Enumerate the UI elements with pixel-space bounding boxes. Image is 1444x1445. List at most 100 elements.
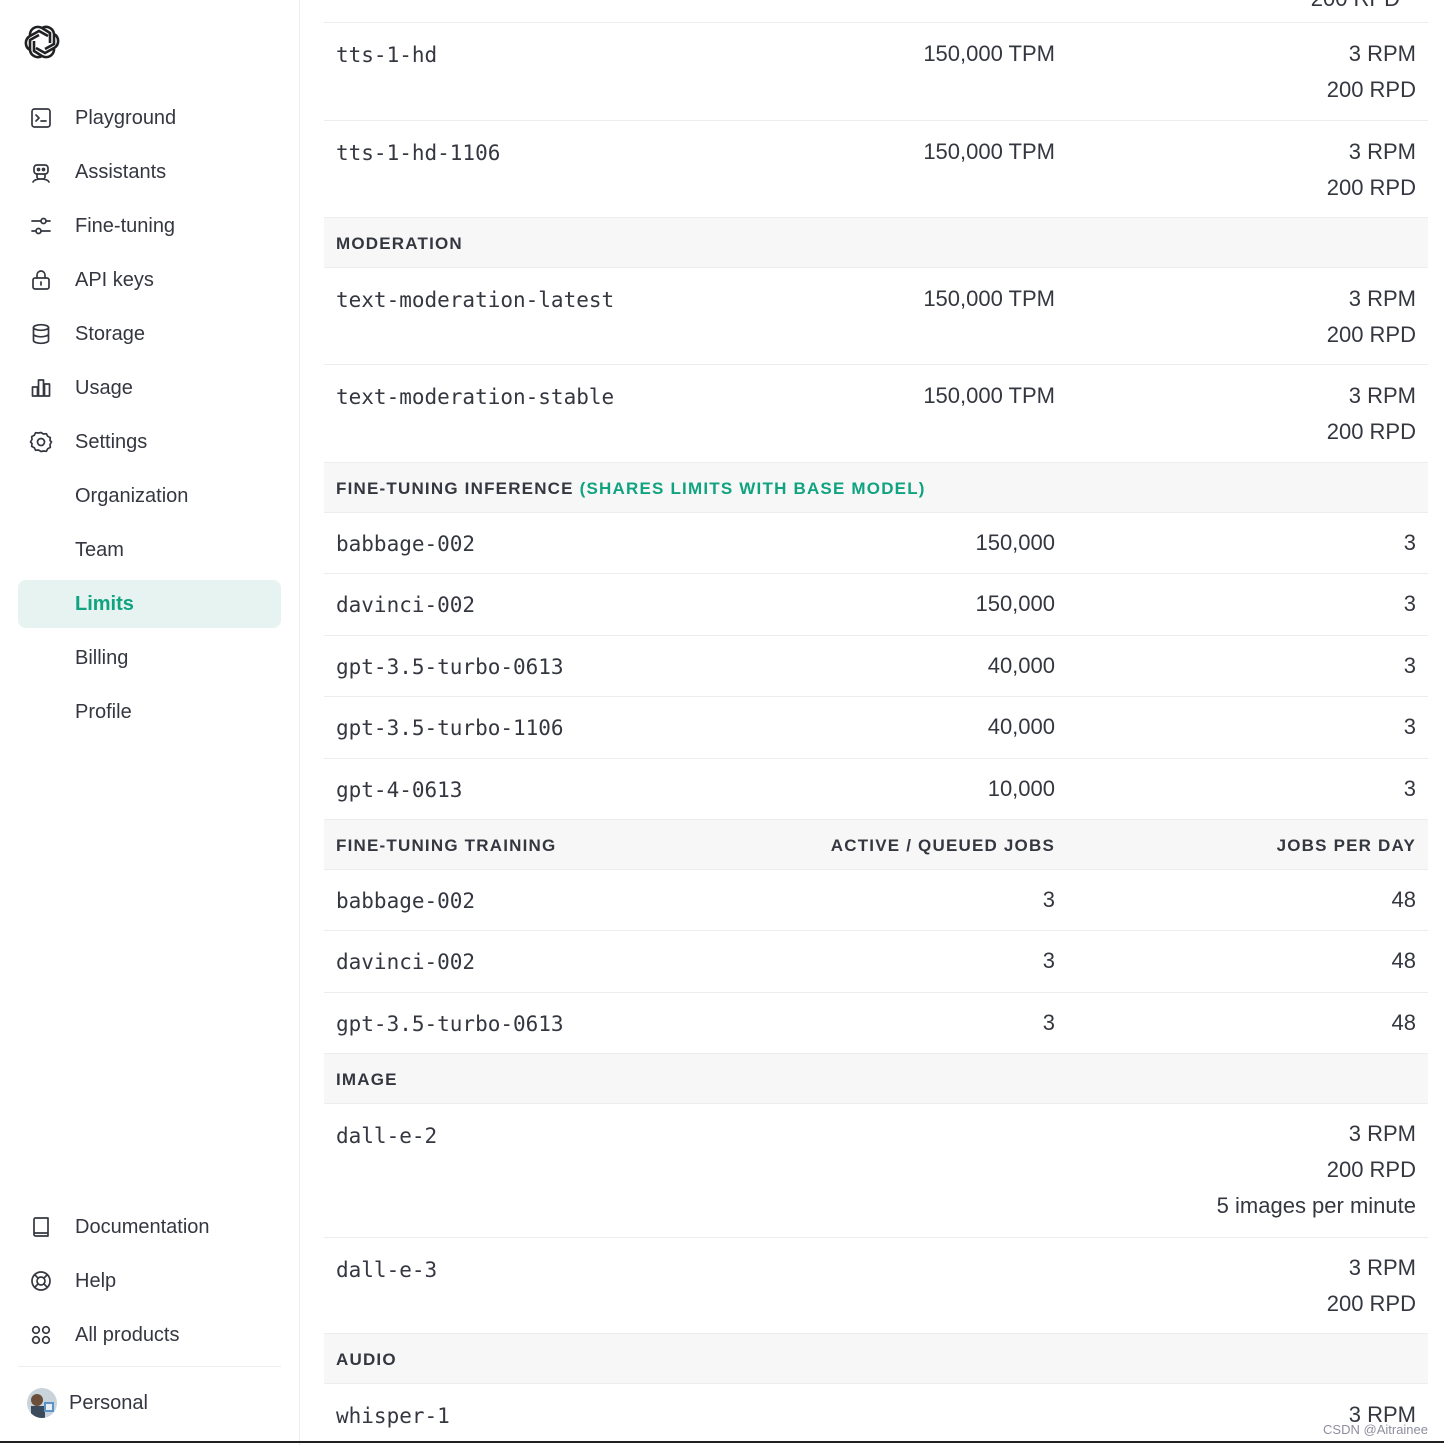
section-title: FINE-TUNING TRAINING <box>336 836 557 855</box>
sidebar-item-usage[interactable]: Usage <box>18 364 281 412</box>
table-row: gpt-3.5-turbo-1106 40,000 3 <box>324 696 1428 758</box>
section-title: FINE-TUNING INFERENCE (SHARES LIMITS WIT… <box>336 479 926 499</box>
sidebar-item-help[interactable]: Help <box>18 1257 281 1305</box>
sidebar-item-all-products[interactable]: All products <box>18 1311 281 1359</box>
rate-limit-value: 200 RPD <box>1311 0 1400 12</box>
model-name: dall-e-2 <box>336 1124 438 1148</box>
section-title: MODERATION <box>336 234 463 253</box>
rpd-value: 200 RPD <box>1326 1291 1416 1316</box>
table-row: gpt-3.5-turbo-0613 3 48 <box>324 992 1428 1053</box>
active-jobs-value: 3 <box>1042 948 1055 973</box>
tpm-value: 150,000 TPM <box>923 41 1055 66</box>
sidebar-item-label: Documentation <box>75 1215 210 1238</box>
model-name: tts-1-hd <box>336 43 438 67</box>
images-per-minute-value: 5 images per minute <box>1216 1193 1416 1218</box>
profile-switcher[interactable]: Personal <box>18 1378 281 1428</box>
sidebar: Playground Assistants Fine-tuning API ke… <box>0 0 300 1445</box>
sidebar-item-limits[interactable]: Limits <box>18 580 281 628</box>
sidebar-item-settings[interactable]: Settings <box>18 418 281 466</box>
sidebar-item-playground[interactable]: Playground <box>18 94 281 142</box>
table-row: babbage-002 150,000 3 <box>324 512 1428 573</box>
rpd-value: 200 RPD <box>1326 1157 1416 1182</box>
terminal-icon <box>18 106 64 130</box>
model-name: text-moderation-latest <box>336 288 615 312</box>
sidebar-item-label: All products <box>75 1323 180 1346</box>
table-row: text-moderation-latest 150,000 TPM 3 RPM… <box>324 267 1428 364</box>
sidebar-item-label: Limits <box>75 592 134 615</box>
jobs-per-day-value: 48 <box>1391 1010 1416 1035</box>
column-header-jobs-per-day: JOBS PER DAY <box>1276 836 1416 855</box>
sidebar-item-label: Settings <box>75 430 148 453</box>
rpm-value: 3 RPM <box>1348 1255 1416 1280</box>
sidebar-nav: Playground Assistants Fine-tuning API ke… <box>18 94 281 742</box>
tpm-value: 40,000 <box>987 714 1055 739</box>
avatar <box>27 1388 57 1418</box>
sidebar-item-label: Profile <box>75 700 132 723</box>
sidebar-bottom-nav: Documentation Help All products <box>18 1203 281 1365</box>
sidebar-item-storage[interactable]: Storage <box>18 310 281 358</box>
model-name: gpt-3.5-turbo-0613 <box>336 1012 564 1036</box>
openai-logo-icon[interactable] <box>22 22 62 62</box>
table-row: davinci-002 150,000 3 <box>324 573 1428 635</box>
book-icon <box>18 1215 64 1239</box>
sidebar-item-label: Billing <box>75 646 129 669</box>
bar-chart-icon <box>18 376 64 400</box>
sidebar-item-billing[interactable]: Billing <box>18 634 281 682</box>
sidebar-item-documentation[interactable]: Documentation <box>18 1203 281 1251</box>
rpd-value: 200 RPD <box>1326 419 1416 444</box>
section-title: IMAGE <box>336 1070 398 1089</box>
model-name: gpt-3.5-turbo-1106 <box>336 716 564 740</box>
model-name: davinci-002 <box>336 950 476 974</box>
sidebar-divider <box>18 1366 281 1367</box>
active-jobs-value: 3 <box>1042 887 1055 912</box>
section-header-moderation: MODERATION <box>324 217 1428 267</box>
rpm-value: 3 RPM <box>1348 41 1416 66</box>
table-row: tts-1-hd-1106 150,000 TPM 3 RPM 200 RPD <box>324 120 1428 217</box>
sidebar-item-label: Assistants <box>75 160 167 183</box>
model-name: gpt-3.5-turbo-0613 <box>336 655 564 679</box>
gear-icon <box>18 430 64 454</box>
model-name: babbage-002 <box>336 532 476 556</box>
sidebar-item-assistants[interactable]: Assistants <box>18 148 281 196</box>
sliders-icon <box>18 214 64 238</box>
rpm-value: 3 RPM <box>1348 1121 1416 1146</box>
table-row: davinci-002 3 48 <box>324 930 1428 992</box>
rpm-value: 3 <box>1403 530 1416 555</box>
tpm-value: 40,000 <box>987 653 1055 678</box>
column-header-active-queued-jobs: ACTIVE / QUEUED JOBS <box>830 836 1055 855</box>
rpm-value: 3 <box>1403 714 1416 739</box>
model-name: davinci-002 <box>336 593 476 617</box>
sidebar-item-label: Storage <box>75 322 146 345</box>
sidebar-item-profile[interactable]: Profile <box>18 688 281 736</box>
active-jobs-value: 3 <box>1042 1010 1055 1035</box>
rpm-value: 3 <box>1403 591 1416 616</box>
tpm-value: 150,000 <box>975 530 1055 555</box>
window-bottom-border <box>0 1441 1444 1443</box>
sidebar-item-label: Team <box>75 538 124 561</box>
rpd-value: 200 RPD <box>1326 322 1416 347</box>
table-row: whisper-1 3 RPM <box>324 1383 1428 1441</box>
sidebar-item-team[interactable]: Team <box>18 526 281 574</box>
grid-icon <box>18 1323 64 1347</box>
rpm-value: 3 <box>1403 776 1416 801</box>
table-row: gpt-4-0613 10,000 3 <box>324 758 1428 819</box>
model-name: text-moderation-stable <box>336 385 615 409</box>
table-row: babbage-002 3 48 <box>324 869 1428 930</box>
model-name: whisper-1 <box>336 1404 450 1428</box>
sidebar-item-fine-tuning[interactable]: Fine-tuning <box>18 202 281 250</box>
sidebar-item-organization[interactable]: Organization <box>18 472 281 520</box>
tpm-value: 10,000 <box>987 776 1055 801</box>
sidebar-item-label: Playground <box>75 106 177 129</box>
tpm-value: 150,000 TPM <box>923 286 1055 311</box>
rpm-value: 3 <box>1403 653 1416 678</box>
sidebar-item-label: Usage <box>75 376 133 399</box>
robot-icon <box>18 160 64 184</box>
model-name: babbage-002 <box>336 889 476 913</box>
sidebar-item-api-keys[interactable]: API keys <box>18 256 281 304</box>
table-row: text-moderation-stable 150,000 TPM 3 RPM… <box>324 364 1428 462</box>
section-note: (SHARES LIMITS WITH BASE MODEL) <box>579 479 926 498</box>
section-title-text: FINE-TUNING INFERENCE <box>336 479 574 498</box>
model-name: dall-e-3 <box>336 1258 438 1282</box>
table-row: tts-1-hd 150,000 TPM 3 RPM 200 RPD <box>324 22 1428 120</box>
jobs-per-day-value: 48 <box>1391 887 1416 912</box>
